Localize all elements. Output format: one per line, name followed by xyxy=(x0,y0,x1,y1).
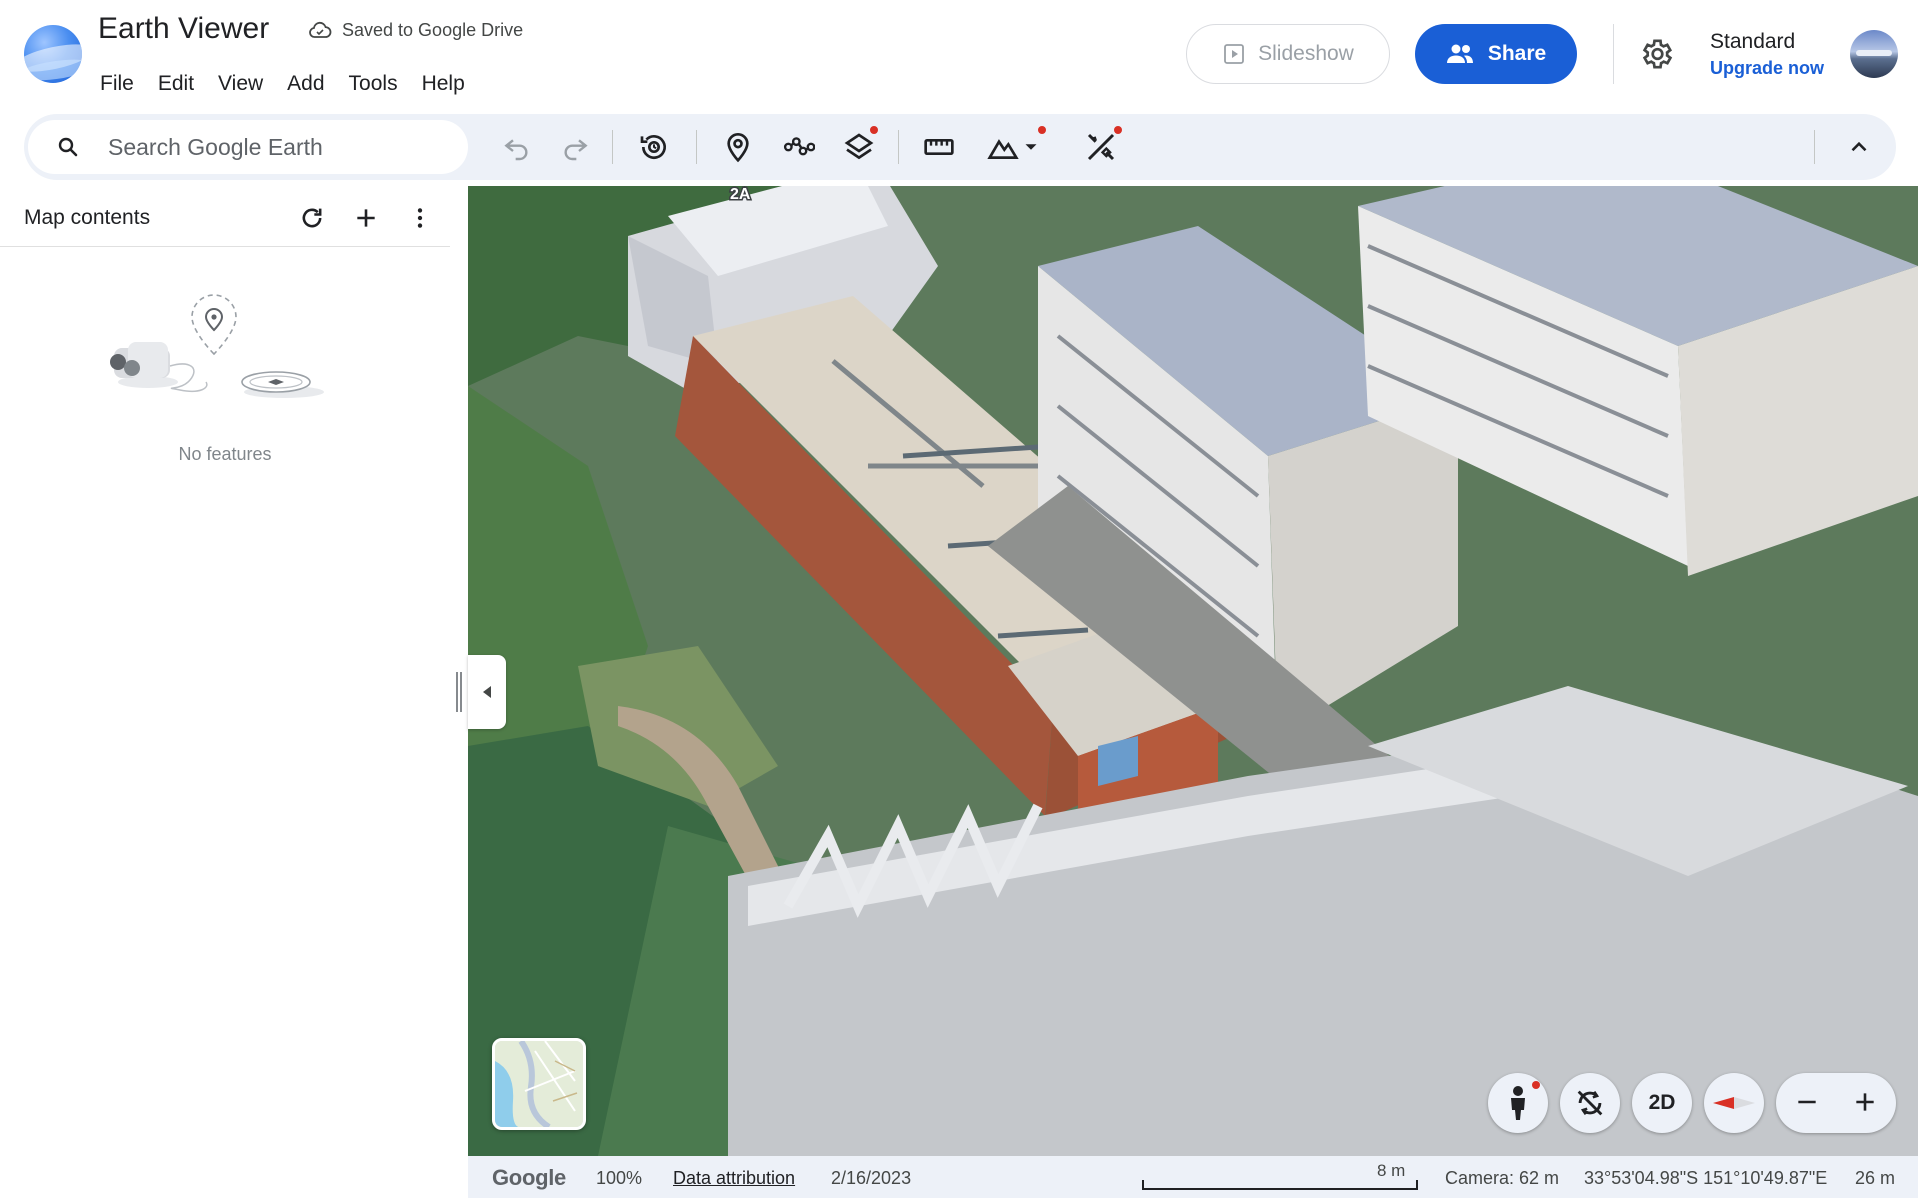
more-vert-icon xyxy=(417,208,423,228)
minimap-thumbnail[interactable] xyxy=(492,1038,586,1130)
map-contents-panel: Map contents No features xyxy=(0,186,468,1198)
search-icon[interactable] xyxy=(56,135,80,159)
menu-add[interactable]: Add xyxy=(275,70,336,98)
aerial-3d-imagery: 2A xyxy=(468,186,1918,1156)
google-earth-logo[interactable] xyxy=(24,25,82,83)
header-divider xyxy=(1613,24,1614,84)
pegman-button[interactable] xyxy=(1488,1073,1548,1133)
imagery-date: 2/16/2023 xyxy=(831,1168,912,1188)
zoom-in-button[interactable] xyxy=(1852,1089,1878,1120)
plan-name: Standard xyxy=(1710,30,1796,53)
notification-dot xyxy=(1532,1081,1540,1089)
slideshow-button[interactable]: Slideshow xyxy=(1186,24,1390,84)
collapse-panel-button[interactable] xyxy=(468,655,506,729)
history-button[interactable] xyxy=(635,128,673,166)
data-attribution-link[interactable]: Data attribution xyxy=(673,1168,795,1189)
view-mode-label: 2D xyxy=(1648,1091,1676,1114)
share-label: Share xyxy=(1487,42,1547,65)
save-status-text: Saved to Google Drive xyxy=(342,19,524,40)
redo-button[interactable] xyxy=(556,128,594,166)
people-icon xyxy=(1446,44,1473,63)
zoom-out-button[interactable] xyxy=(1794,1089,1820,1120)
notification-dot xyxy=(1114,126,1122,134)
refresh-icon xyxy=(302,208,322,228)
history-icon xyxy=(640,135,666,159)
pegman-icon xyxy=(1511,1086,1525,1120)
account-avatar[interactable] xyxy=(1850,30,1898,78)
slideshow-label: Slideshow xyxy=(1258,42,1354,65)
settings-gear-icon[interactable] xyxy=(1638,36,1674,72)
compass-button[interactable] xyxy=(1704,1073,1764,1133)
ruler-icon xyxy=(924,139,954,155)
plus-icon xyxy=(1856,1093,1874,1111)
empty-state-illustration xyxy=(110,294,324,398)
menu-edit[interactable]: Edit xyxy=(146,70,206,98)
measure-button[interactable] xyxy=(920,128,958,166)
map-viewport[interactable]: 2A xyxy=(468,186,1918,1156)
menu-tools[interactable]: Tools xyxy=(337,70,410,98)
save-status: Saved to Google Drive xyxy=(308,18,523,42)
empty-state-text: No features xyxy=(178,444,272,464)
panel-title: Map contents xyxy=(24,206,151,229)
slideshow-icon xyxy=(1224,44,1245,64)
document-title[interactable]: Earth Viewer xyxy=(98,12,269,46)
zoom-level: 100% xyxy=(596,1168,643,1188)
undo-icon xyxy=(504,139,528,161)
scale-bar xyxy=(1142,1180,1418,1190)
menu-help[interactable]: Help xyxy=(410,70,477,98)
toolbar xyxy=(24,114,1896,180)
panel-resize-grip[interactable] xyxy=(455,672,463,712)
menu-view[interactable]: View xyxy=(206,70,275,98)
status-bar: Google 100% Data attribution 2/16/2023 8… xyxy=(468,1156,1918,1198)
redo-icon xyxy=(564,139,588,161)
collapse-toolbar-button[interactable] xyxy=(1840,128,1878,166)
app-header: Earth Viewer Saved to Google Drive File … xyxy=(0,0,1918,112)
caret-down-icon xyxy=(1025,144,1037,150)
toolbar-separator xyxy=(612,130,613,164)
ground-elevation: 26 m xyxy=(1855,1168,1896,1188)
scale-label: 8 m xyxy=(1377,1161,1406,1180)
cloud-done-icon xyxy=(309,21,332,38)
undo-button[interactable] xyxy=(498,128,536,166)
add-placemark-button[interactable] xyxy=(719,128,757,166)
menu-file[interactable]: File xyxy=(88,70,146,98)
panel-divider xyxy=(0,246,450,247)
layers-icon xyxy=(844,133,874,160)
earth-viewer-app: Earth Viewer Saved to Google Drive File … xyxy=(0,0,1918,1198)
draw-path-button[interactable] xyxy=(780,128,818,166)
chevron-left-icon xyxy=(483,686,491,698)
toolbar-separator xyxy=(696,130,697,164)
collapse-chevron-icon xyxy=(1851,141,1867,152)
building-label: 2A xyxy=(730,186,751,203)
notification-dot xyxy=(870,126,878,134)
zoom-controls xyxy=(1776,1073,1896,1133)
menu-bar: File Edit View Add Tools Help xyxy=(88,70,477,98)
coordinates-readout: 33°53'04.98"S 151°10'49.87"E xyxy=(1584,1168,1828,1188)
more-options-button[interactable] xyxy=(402,200,438,236)
minus-icon xyxy=(1798,1100,1816,1104)
plan-info: Standard Upgrade now xyxy=(1710,30,1824,79)
view-mode-toggle[interactable]: 2D xyxy=(1632,1073,1692,1133)
upgrade-link[interactable]: Upgrade now xyxy=(1710,58,1824,79)
compass-icon xyxy=(1713,1097,1755,1109)
rotation-lock-button[interactable] xyxy=(1560,1073,1620,1133)
tools-button[interactable] xyxy=(1082,126,1122,166)
terrain-dropdown[interactable] xyxy=(1012,126,1050,166)
layers-button[interactable] xyxy=(840,126,878,166)
toolbar-separator xyxy=(1814,130,1815,164)
search-input[interactable] xyxy=(108,120,448,174)
toolbar-separator xyxy=(898,130,899,164)
search-box xyxy=(28,120,468,174)
notification-dot xyxy=(1038,126,1046,134)
google-wordmark: Google xyxy=(492,1165,566,1190)
tools-icon xyxy=(1087,133,1115,161)
refresh-button[interactable] xyxy=(294,200,330,236)
path-icon xyxy=(783,137,815,156)
placemark-icon xyxy=(727,133,749,163)
share-button[interactable]: Share xyxy=(1415,24,1577,84)
plus-icon xyxy=(357,209,375,227)
rotate-off-icon xyxy=(1577,1090,1603,1116)
add-feature-button[interactable] xyxy=(348,200,384,236)
camera-altitude: Camera: 62 m xyxy=(1445,1168,1560,1188)
